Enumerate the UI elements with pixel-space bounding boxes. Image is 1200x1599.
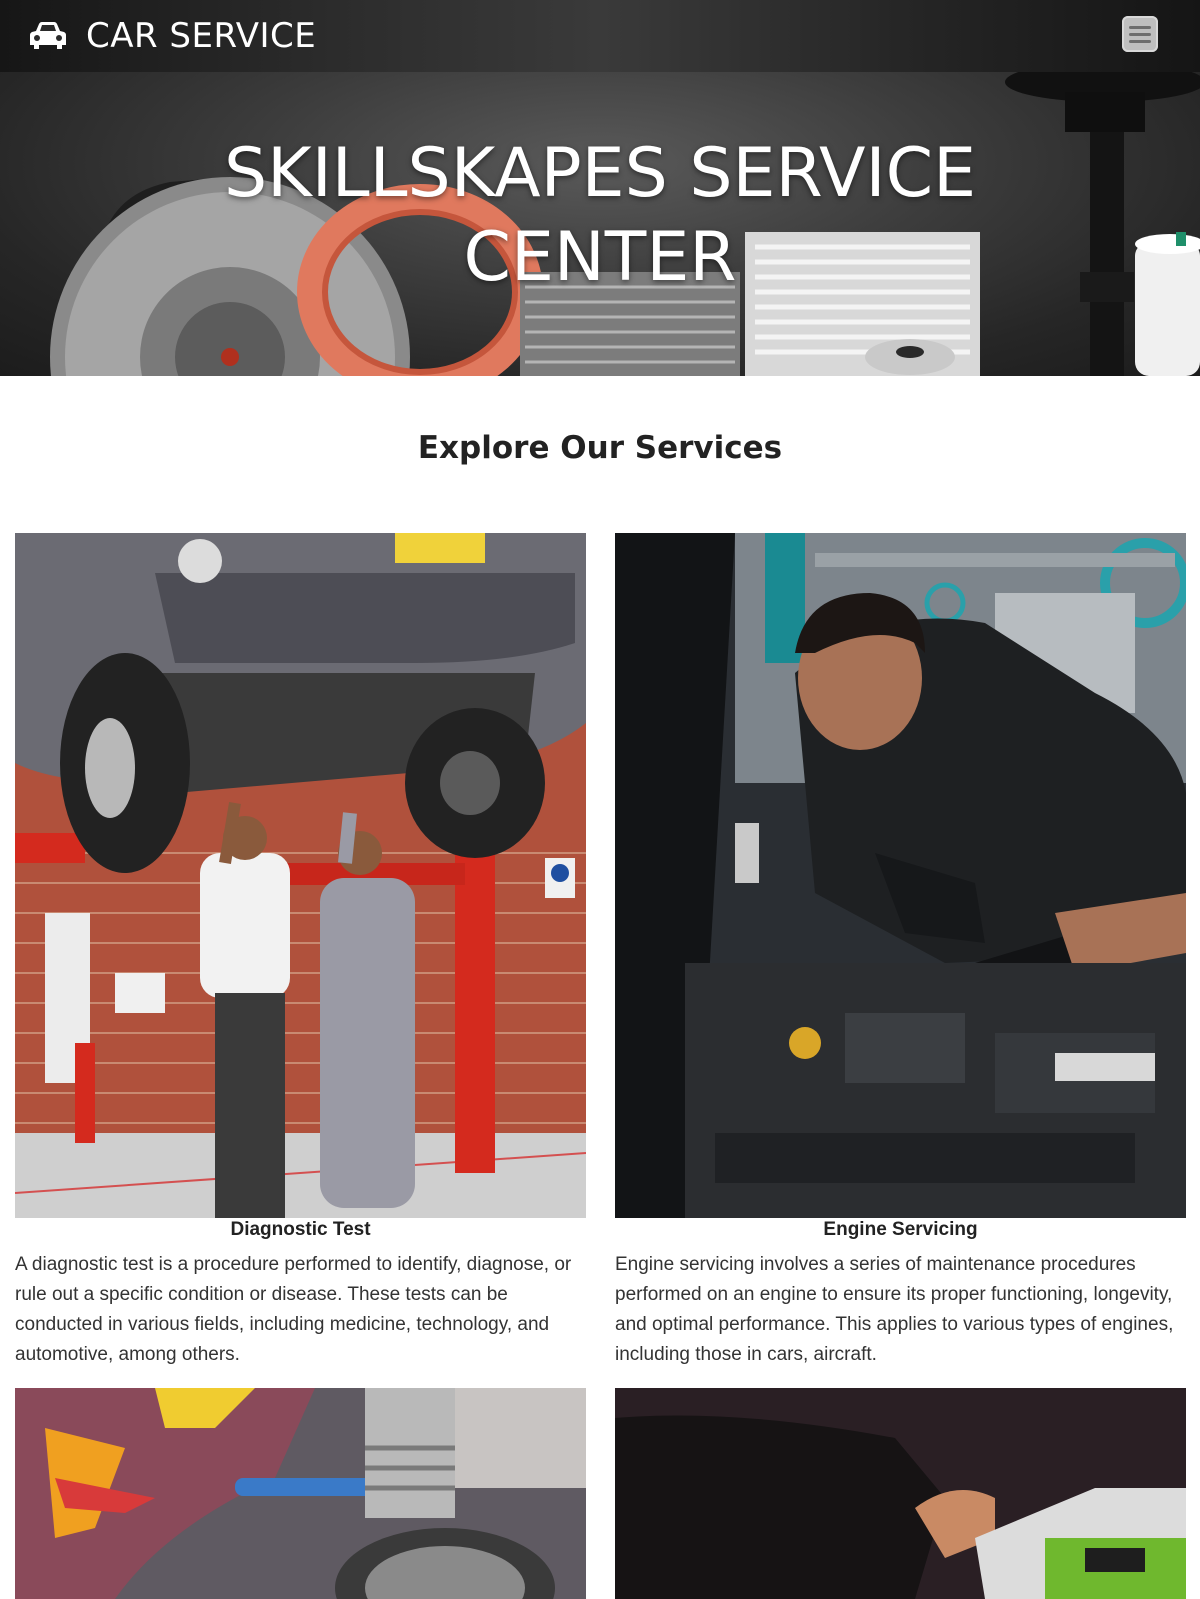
engine-servicing-description: Engine servicing involves a series of ma… <box>615 1254 1174 1365</box>
oil-change-image <box>615 1388 1186 1599</box>
suspension-service-image <box>15 1388 586 1599</box>
engine-servicing-image <box>615 533 1186 1218</box>
services-heading: Explore Our Services <box>417 430 783 466</box>
diagnostic-test-image <box>15 533 586 1218</box>
car-icon <box>30 22 66 49</box>
brand-text: CAR SERVICE <box>86 16 317 56</box>
hamburger-menu-icon[interactable] <box>1122 16 1158 52</box>
hero-title: SKILLSKAPES SERVICE CENTER <box>223 134 977 297</box>
diagnostic-test-title: Diagnostic Test <box>230 1219 371 1240</box>
brand-link[interactable]: CAR SERVICE <box>28 14 316 58</box>
engine-servicing-title: Engine Servicing <box>823 1219 978 1240</box>
diagnostic-test-description: A diagnostic test is a procedure perform… <box>15 1254 572 1365</box>
hero-banner: SKILLSKAPES SERVICE CENTER <box>0 72 1200 376</box>
top-navbar: CAR SERVICE <box>0 0 1200 73</box>
